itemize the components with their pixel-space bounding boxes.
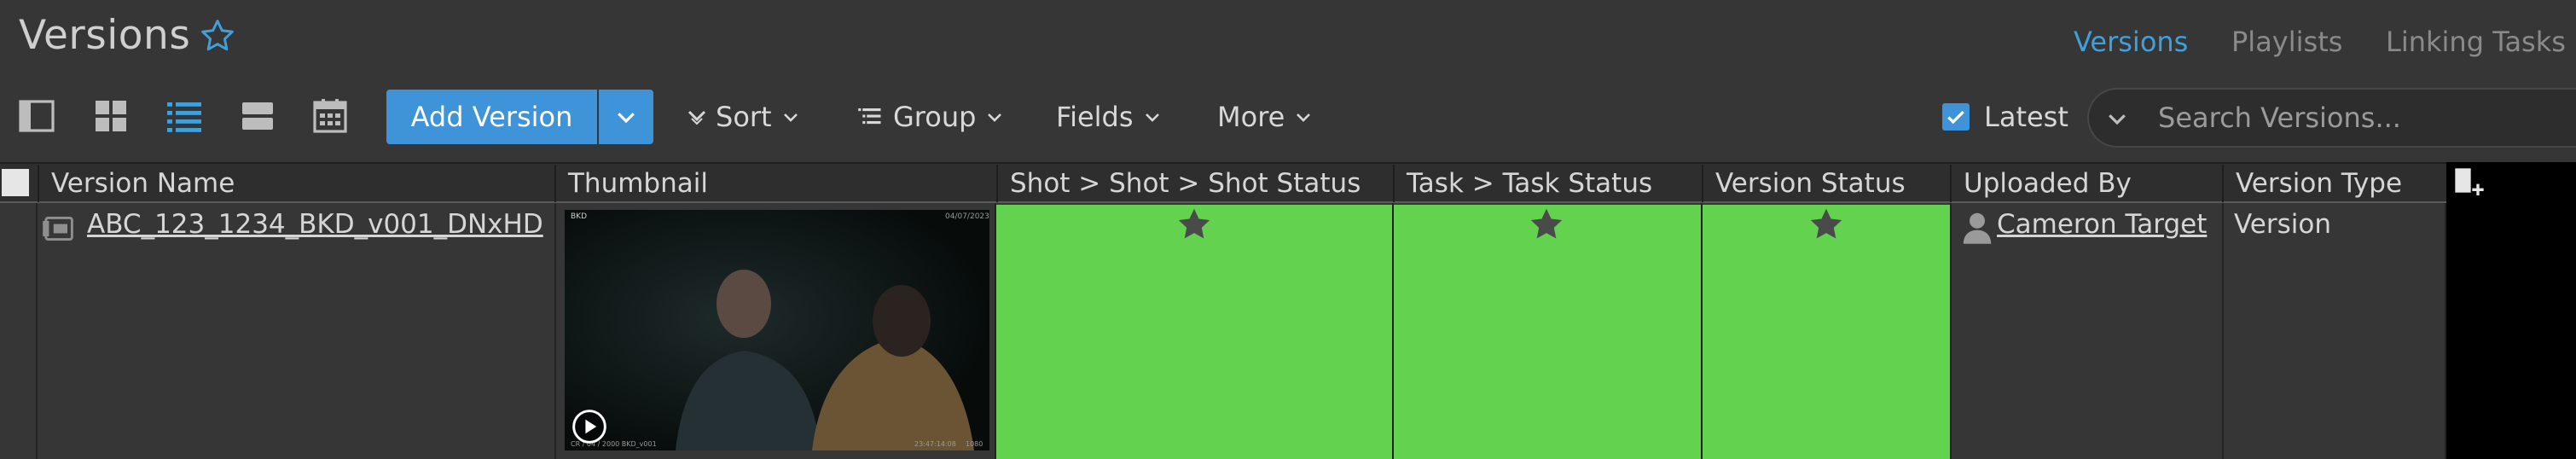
page-title: Versions [19,12,191,59]
column-header-task-status[interactable]: Task > Task Status [1393,165,1702,202]
thumbnail-overlay-tr: 04/07/2023 [945,212,989,221]
group-icon [858,108,881,125]
star-icon [1178,208,1210,239]
fields-button[interactable]: Fields [1056,101,1163,133]
play-icon[interactable] [571,408,608,445]
sort-label: Sort [716,101,772,133]
latest-checkbox[interactable] [1942,103,1970,131]
group-button[interactable]: Group [856,101,1005,133]
star-icon [1810,208,1842,239]
column-header-version-type[interactable]: Version Type [2222,165,2446,202]
thumbnail-image[interactable] [565,210,989,450]
more-button[interactable]: More [1217,101,1314,133]
select-all-checkbox[interactable] [2,169,29,196]
column-header-thumbnail[interactable]: Thumbnail [554,165,996,202]
thumbnail-scene [565,210,989,450]
latest-label[interactable]: Latest [1984,101,2068,133]
search-input[interactable] [2158,96,2567,139]
calendar-icon[interactable] [310,96,351,137]
column-divider [2222,203,2224,459]
user-icon [1963,212,1992,244]
version-name-link[interactable]: ABC_123_1234_BKD_v001_DNxHD [87,209,543,240]
chevron-down-icon [783,113,798,122]
column-divider [36,203,38,459]
chevron-down-icon [1297,113,1311,122]
tab-versions[interactable]: Versions [2074,26,2188,58]
column-header-shot-status[interactable]: Shot > Shot > Shot Status [996,165,1393,202]
grid-icon[interactable] [90,96,131,137]
tab-playlists[interactable]: Playlists [2231,26,2342,58]
add-version-button[interactable]: Add Version [386,90,597,144]
chevron-down-icon[interactable] [2104,106,2130,131]
fields-label: Fields [1056,101,1134,133]
group-label: Group [893,101,977,133]
column-header-version-status[interactable]: Version Status [1702,165,1950,202]
tab-linking-tasks[interactable]: Linking Tasks [2386,26,2566,58]
column-divider [1950,203,1952,459]
chevron-down-icon [988,113,1002,122]
star-outline-icon[interactable] [199,17,236,55]
more-label: More [1217,101,1285,133]
checkmark-icon [1947,110,1964,125]
version-type-cell: Version [2234,209,2331,240]
column-header-uploaded-by[interactable]: Uploaded By [1950,165,2222,202]
column-divider [1392,203,1394,459]
thumbnail-overlay-bm: 23:47:14:08 [914,440,956,448]
sidebar-icon[interactable] [16,96,57,137]
sort-icon [688,110,706,125]
add-column-icon[interactable] [2451,166,2488,200]
thumbnail-overlay-tl: BKD [571,212,588,221]
thumbnail-overlay-br: 1080 [966,440,983,448]
list-icon[interactable] [164,96,205,137]
version-icon [43,216,73,241]
column-header-version-name[interactable]: Version Name [38,165,554,202]
uploaded-by-link[interactable]: Cameron Target [1997,209,2207,240]
column-divider [554,203,556,459]
rows-icon[interactable] [237,96,278,137]
chevron-down-icon [618,113,635,124]
sort-button[interactable]: Sort [687,101,801,133]
chevron-down-icon [1145,113,1159,122]
column-divider [1701,203,1703,459]
add-version-dropdown-button[interactable] [599,90,653,144]
star-icon [1530,208,1563,239]
table-filler [2446,203,2576,459]
